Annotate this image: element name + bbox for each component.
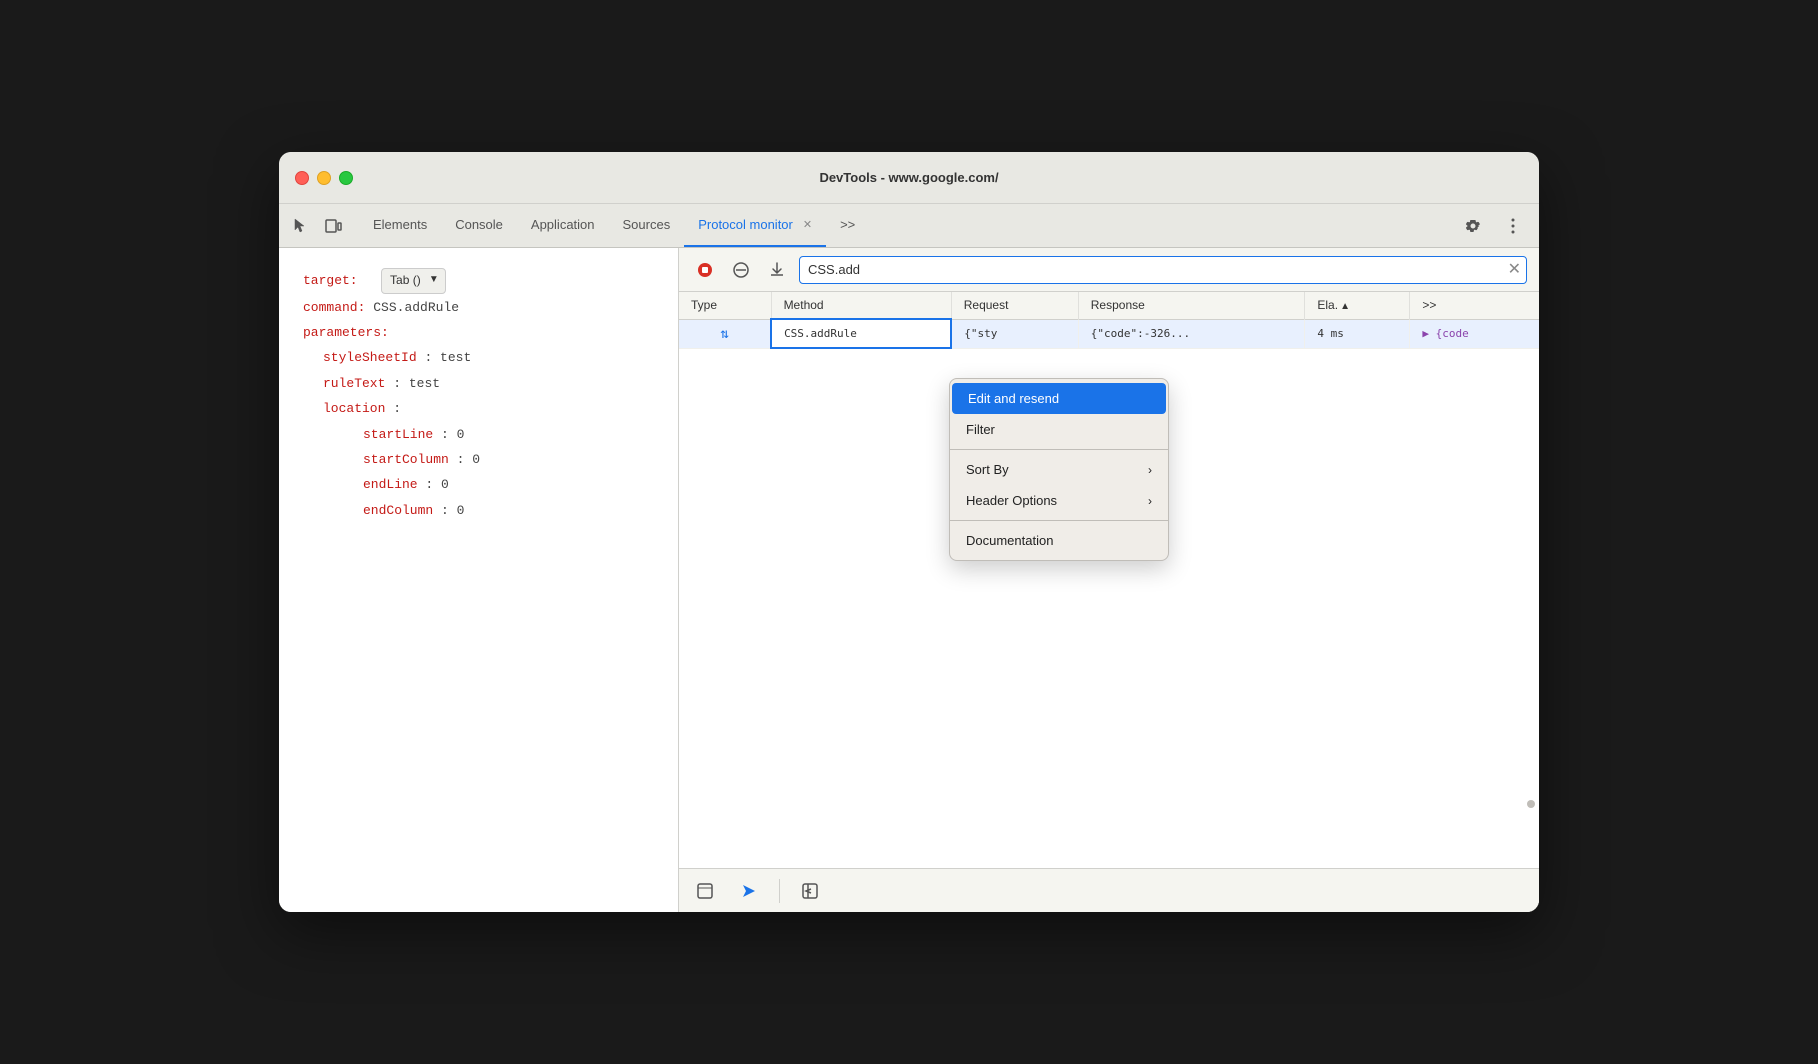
tab-application[interactable]: Application bbox=[517, 204, 609, 247]
minimize-button[interactable] bbox=[317, 171, 331, 185]
col-elapsed: Ela.▲ bbox=[1305, 292, 1410, 319]
command-value: CSS.addRule bbox=[373, 300, 459, 315]
search-clear-icon[interactable]: ✕ bbox=[1508, 262, 1521, 278]
tab-protocol-monitor[interactable]: Protocol monitor ✕ bbox=[684, 204, 826, 247]
cell-method: CSS.addRule bbox=[771, 319, 951, 348]
target-line: target: Tab () ▼ bbox=[303, 268, 654, 294]
param-endLine: endLine : 0 bbox=[303, 473, 654, 496]
tab-bar: Elements Console Application Sources Pro… bbox=[279, 204, 1539, 248]
bottom-divider bbox=[779, 879, 780, 903]
window-title: DevTools - www.google.com/ bbox=[819, 170, 998, 185]
table-row[interactable]: ⇅ CSS.addRule {"sty {"code":-326... bbox=[679, 319, 1539, 348]
send-button[interactable] bbox=[735, 877, 763, 905]
tab-console[interactable]: Console bbox=[441, 204, 517, 247]
cell-elapsed: 4 ms bbox=[1305, 319, 1410, 348]
menu-item-documentation[interactable]: Documentation bbox=[950, 525, 1168, 556]
tab-bar-right bbox=[1459, 204, 1527, 247]
cell-request: {"sty bbox=[951, 319, 1078, 348]
target-key: target: bbox=[303, 273, 358, 288]
menu-item-filter[interactable]: Filter bbox=[950, 414, 1168, 445]
tab-icons bbox=[291, 204, 343, 247]
parameters-key: parameters: bbox=[303, 325, 389, 340]
clear-button[interactable] bbox=[727, 256, 755, 284]
command-key: command: bbox=[303, 300, 365, 315]
devtools-window: DevTools - www.google.com/ Elements Cons… bbox=[279, 152, 1539, 912]
cell-extra: ▶ {code bbox=[1410, 319, 1539, 348]
menu-separator-1 bbox=[950, 449, 1168, 450]
cell-type: ⇅ bbox=[679, 319, 771, 348]
command-line: command: CSS.addRule bbox=[303, 296, 654, 319]
param-startColumn: startColumn : 0 bbox=[303, 448, 654, 471]
record-stop-button[interactable] bbox=[691, 256, 719, 284]
parameters-line: parameters: bbox=[303, 321, 654, 344]
header-options-arrow-icon: › bbox=[1148, 494, 1152, 508]
param-startLine: startLine : 0 bbox=[303, 423, 654, 446]
scrollbar-indicator bbox=[1527, 800, 1535, 808]
col-type: Type bbox=[679, 292, 771, 319]
menu-item-sort-by[interactable]: Sort By › bbox=[950, 454, 1168, 485]
dropdown-arrow-icon: ▼ bbox=[429, 271, 439, 289]
param-location: location : bbox=[303, 397, 654, 420]
device-tool-icon[interactable] bbox=[323, 216, 343, 236]
target-dropdown[interactable]: Tab () ▼ bbox=[381, 268, 446, 294]
param-ruleText: ruleText : test bbox=[303, 372, 654, 395]
title-bar: DevTools - www.google.com/ bbox=[279, 152, 1539, 204]
more-vert-icon[interactable] bbox=[1499, 212, 1527, 240]
tab-more[interactable]: >> bbox=[826, 204, 869, 247]
col-response: Response bbox=[1078, 292, 1305, 319]
main-content: target: Tab () ▼ command: CSS.addRule pa… bbox=[279, 248, 1539, 912]
search-input[interactable] bbox=[799, 256, 1527, 284]
col-method: Method bbox=[771, 292, 951, 319]
menu-separator-2 bbox=[950, 520, 1168, 521]
protocol-table: Type Method Request Response Ela.▲ >> ⇅ bbox=[679, 292, 1539, 349]
context-menu: Edit and resend Filter Sort By › Header … bbox=[949, 378, 1169, 561]
tab-close-icon[interactable]: ✕ bbox=[803, 218, 812, 231]
right-toolbar: ✕ bbox=[679, 248, 1539, 292]
tab-sources[interactable]: Sources bbox=[609, 204, 685, 247]
table-header-row: Type Method Request Response Ela.▲ >> bbox=[679, 292, 1539, 319]
download-button[interactable] bbox=[763, 256, 791, 284]
cell-response: {"code":-326... bbox=[1078, 319, 1305, 348]
table-container[interactable]: Type Method Request Response Ela.▲ >> ⇅ bbox=[679, 292, 1539, 868]
new-tab-button[interactable] bbox=[691, 877, 719, 905]
right-panel: ✕ Type Method Request Response Ela.▲ >> bbox=[679, 248, 1539, 912]
traffic-lights bbox=[295, 171, 353, 185]
panel-toggle-button[interactable] bbox=[796, 877, 824, 905]
tab-elements[interactable]: Elements bbox=[359, 204, 441, 247]
col-extra: >> bbox=[1410, 292, 1539, 319]
cursor-tool-icon[interactable] bbox=[291, 216, 311, 236]
bottom-toolbar bbox=[679, 868, 1539, 912]
col-request: Request bbox=[951, 292, 1078, 319]
type-arrows-icon: ⇅ bbox=[691, 326, 758, 342]
maximize-button[interactable] bbox=[339, 171, 353, 185]
close-button[interactable] bbox=[295, 171, 309, 185]
menu-item-edit-resend[interactable]: Edit and resend bbox=[952, 383, 1166, 414]
param-styleSheetId: styleSheetId : test bbox=[303, 346, 654, 369]
settings-icon[interactable] bbox=[1459, 212, 1487, 240]
param-endColumn: endColumn : 0 bbox=[303, 499, 654, 522]
sort-by-arrow-icon: › bbox=[1148, 463, 1152, 477]
search-wrapper: ✕ bbox=[799, 256, 1527, 284]
left-panel: target: Tab () ▼ command: CSS.addRule pa… bbox=[279, 248, 679, 912]
menu-item-header-options[interactable]: Header Options › bbox=[950, 485, 1168, 516]
